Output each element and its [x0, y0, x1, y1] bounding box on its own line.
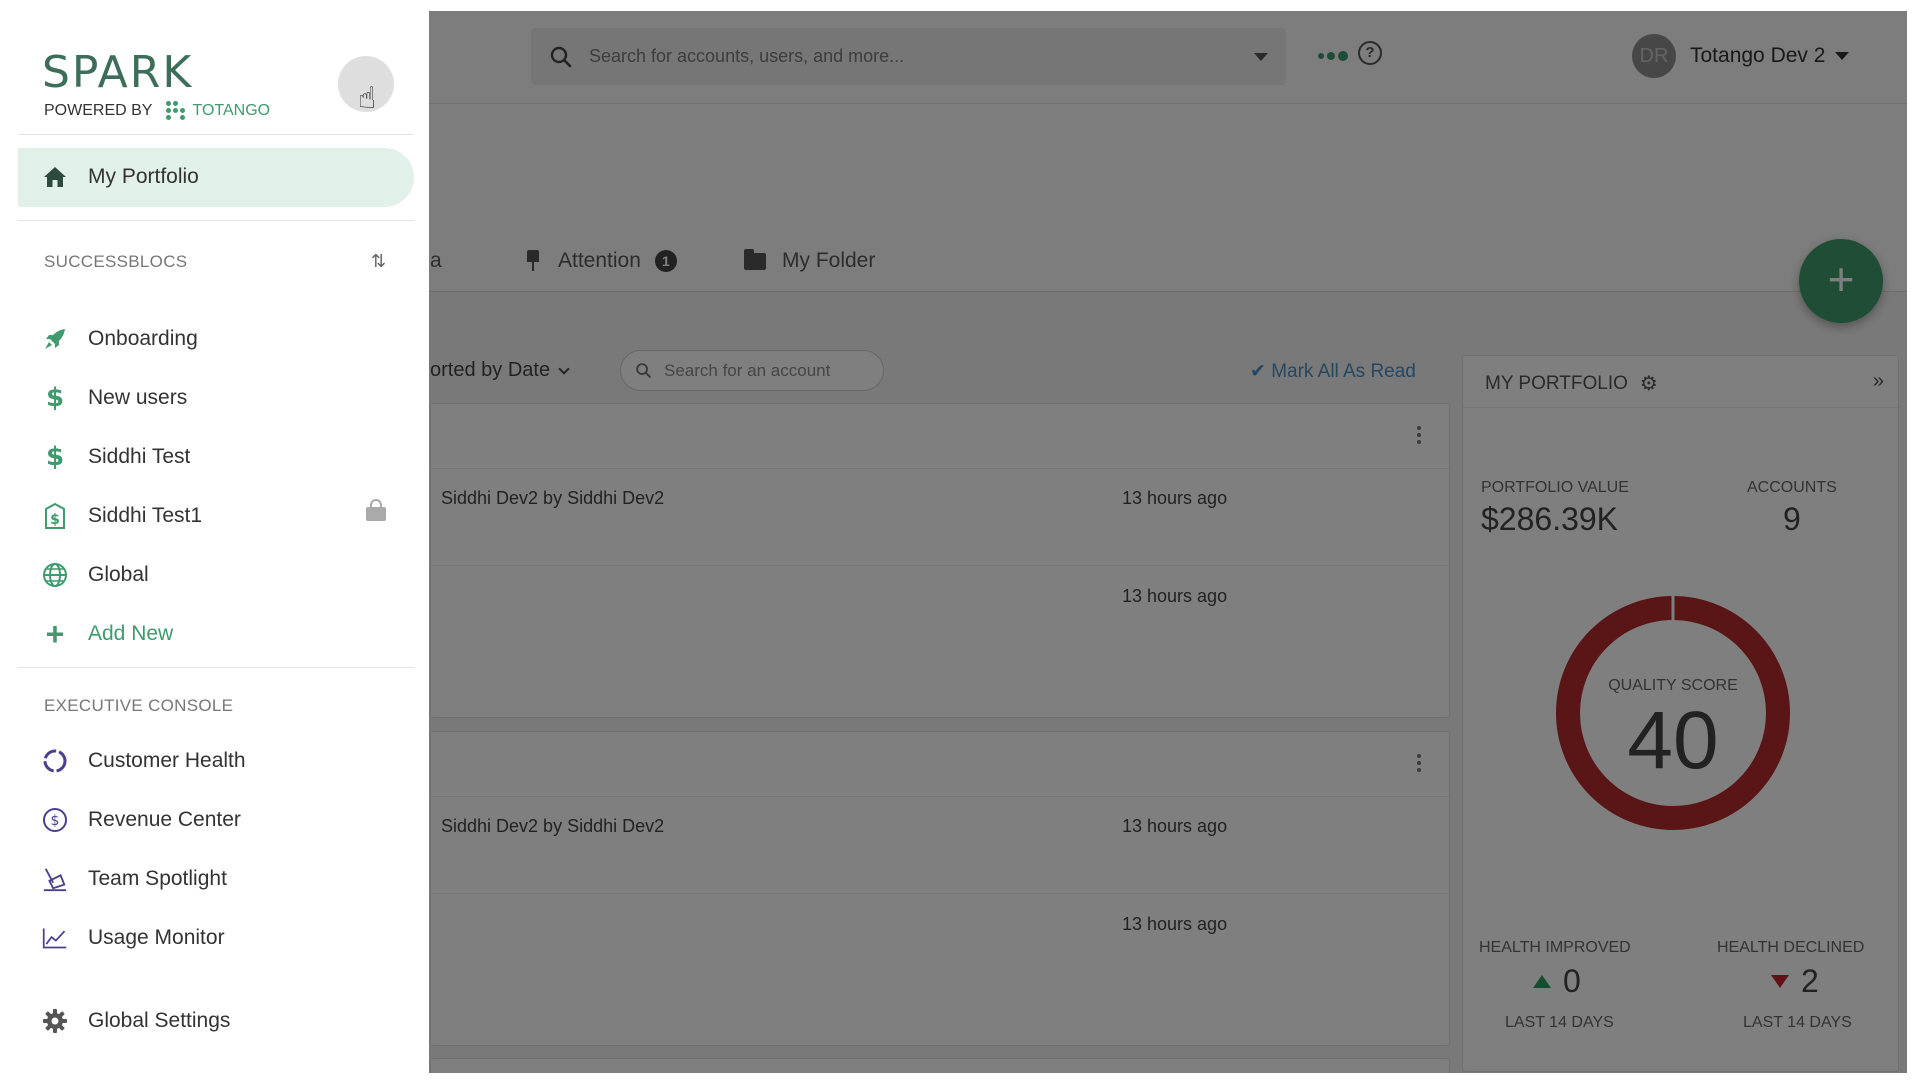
hand-cursor-icon: ☝ — [358, 82, 377, 115]
powered-by: POWERED BY TOTANGO — [44, 101, 270, 121]
sidebar-item-label: Siddhi Test — [88, 445, 191, 468]
divider — [18, 220, 414, 221]
gear-icon — [42, 1008, 68, 1034]
divider — [18, 667, 414, 668]
sidebar-item-label: Customer Health — [88, 749, 246, 772]
divider — [18, 134, 414, 135]
dollar-circle-icon: $ — [42, 807, 68, 833]
sidebar-item-revenue-center[interactable]: $ Revenue Center — [18, 796, 414, 844]
sidebar-item-usage-monitor[interactable]: Usage Monitor — [18, 914, 414, 962]
sidebar-item-global[interactable]: Global — [18, 551, 414, 599]
sidebar-item-label: Usage Monitor — [88, 926, 225, 949]
plus-icon: + — [45, 616, 65, 652]
sidebar-item-label: Global — [88, 563, 149, 586]
dollar-icon: $ — [45, 383, 65, 413]
sidebar-item-label: My Portfolio — [88, 165, 199, 188]
sort-icon[interactable]: ⇅ — [371, 251, 386, 272]
rocket-icon — [42, 327, 68, 351]
successblocs-heading: SUCCESSBLOCS — [44, 252, 188, 271]
sidebar-item-global-settings[interactable]: Global Settings — [18, 997, 414, 1045]
add-new-label: Add New — [88, 622, 174, 645]
lock-icon — [366, 499, 386, 521]
sidebar-item-label: Onboarding — [88, 327, 198, 350]
sidebar-drawer: SPARK POWERED BY TOTANGO ☝ My Portfolio … — [18, 11, 429, 1073]
totango-brand: TOTANGO — [192, 102, 271, 119]
svg-text:$: $ — [51, 813, 60, 829]
spotlight-icon — [42, 865, 68, 893]
add-new-button[interactable]: + Add New — [18, 610, 414, 658]
totango-logo-icon — [166, 101, 186, 121]
sidebar-item-label: Global Settings — [88, 1009, 231, 1032]
health-ring-icon — [42, 748, 68, 774]
line-chart-icon — [42, 925, 68, 951]
dollar-tag-icon: $ — [42, 502, 68, 530]
sidebar-item-label: Siddhi Test1 — [88, 504, 203, 527]
sidebar-item-label: Revenue Center — [88, 808, 241, 831]
sidebar-item-team-spotlight[interactable]: Team Spotlight — [18, 855, 414, 903]
sidebar-item-siddhi-test1[interactable]: $ Siddhi Test1 — [18, 492, 414, 540]
app-frame: Search for accounts, users, and more... … — [18, 11, 1907, 1073]
executive-console-heading: EXECUTIVE CONSOLE — [44, 696, 234, 715]
globe-icon — [42, 562, 68, 588]
spark-logo: SPARK — [42, 47, 194, 98]
sidebar-item-my-portfolio-content[interactable]: My Portfolio — [18, 153, 414, 201]
home-icon — [42, 166, 68, 188]
sidebar-item-label: New users — [88, 386, 188, 409]
dollar-icon: $ — [45, 442, 65, 472]
powered-by-label: POWERED BY — [44, 102, 153, 119]
svg-text:$: $ — [50, 512, 60, 528]
sidebar-item-new-users[interactable]: $ New users — [18, 374, 414, 422]
sidebar-item-onboarding[interactable]: Onboarding — [18, 315, 414, 363]
sidebar-item-siddhi-test[interactable]: $ Siddhi Test — [18, 433, 414, 481]
sidebar-item-customer-health[interactable]: Customer Health — [18, 737, 414, 785]
sidebar-item-label: Team Spotlight — [88, 867, 227, 890]
